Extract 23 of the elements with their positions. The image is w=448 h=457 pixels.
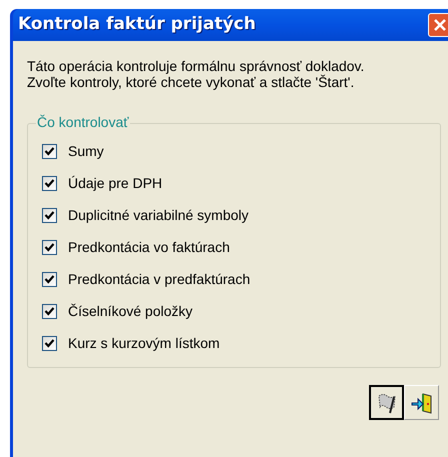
close-button[interactable] (428, 13, 448, 37)
door-exit-icon (410, 390, 434, 414)
close-icon (433, 18, 447, 32)
checkbox[interactable] (42, 208, 57, 223)
checkbox[interactable] (42, 336, 57, 351)
checkbox[interactable] (42, 240, 57, 255)
instruction-text: Zvoľte kontroly, ktoré chcete vykonať a stlačte 'Štart'. (27, 74, 356, 90)
window-title: Kontrola faktúr prijatých (18, 13, 256, 36)
checkbox[interactable] (42, 144, 57, 159)
checkbox-label: Predkontácia v predfaktúrach (68, 270, 250, 289)
checkbox-label: Predkontácia vo faktúrach (68, 238, 230, 257)
checkbox-label: Duplicitné variabilné symboly (68, 206, 249, 225)
checkbox[interactable] (42, 304, 57, 319)
start-button[interactable] (369, 385, 404, 420)
checkbox[interactable] (42, 272, 57, 287)
checkbox-label: Sumy (68, 142, 104, 161)
checkbox-label: Údaje pre DPH (68, 174, 162, 193)
exit-button[interactable] (404, 385, 439, 420)
instruction-text: Táto operácia kontroluje formálnu správnosť dokladov. (27, 58, 366, 74)
group-title: Čo kontrolovať (36, 114, 130, 130)
checkbox[interactable] (42, 176, 57, 191)
checkbox-label: Číselníkové položky (68, 302, 193, 321)
checkbox-label: Kurz s kurzovým lístkom (68, 334, 220, 353)
